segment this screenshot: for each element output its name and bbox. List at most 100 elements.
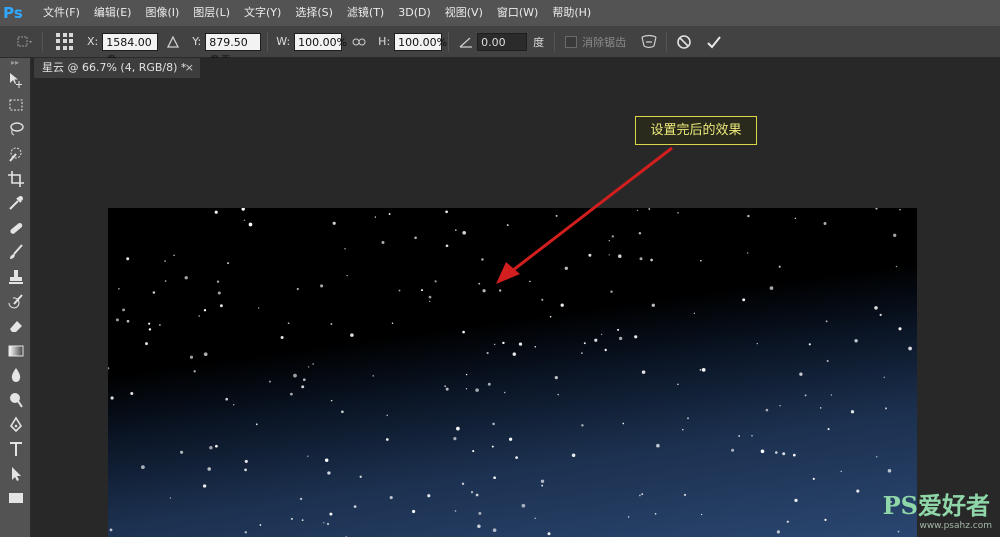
height-field[interactable]: 100.00%	[394, 32, 447, 51]
star	[148, 328, 152, 331]
star	[326, 522, 330, 526]
star	[618, 336, 623, 341]
separator	[448, 31, 450, 52]
star	[494, 343, 496, 346]
star	[462, 330, 465, 334]
quick-select-tool-icon[interactable]	[0, 142, 31, 167]
star	[388, 213, 391, 215]
star	[731, 448, 735, 452]
star	[259, 524, 262, 526]
star	[108, 367, 110, 370]
watermark-url: www.psahz.com	[919, 521, 992, 531]
separator	[267, 31, 269, 52]
commit-transform-icon[interactable]	[703, 31, 725, 53]
rectangle-tool-icon[interactable]	[0, 486, 31, 511]
x-field[interactable]: 1584.00 像	[102, 32, 159, 67]
star	[823, 222, 827, 225]
star	[455, 229, 457, 231]
rotate-field[interactable]: 0.00	[477, 32, 528, 51]
star	[641, 370, 646, 374]
star	[475, 388, 479, 392]
star	[462, 230, 467, 235]
antialias-checkbox[interactable]	[565, 35, 578, 48]
eyedropper-tool-icon[interactable]	[0, 191, 31, 216]
blur-tool-icon[interactable]	[0, 363, 31, 388]
rotate-angle-icon	[455, 31, 477, 53]
pen-tool-icon[interactable]	[0, 412, 31, 437]
transform-tool-preset-icon[interactable]	[14, 31, 36, 53]
dodge-tool-icon[interactable]	[0, 388, 31, 413]
photoshop-logo[interactable]: Ps	[0, 0, 26, 26]
type-tool-icon[interactable]	[0, 437, 31, 462]
star	[651, 303, 655, 307]
star	[699, 369, 702, 371]
star	[130, 391, 134, 396]
menu-3d[interactable]: 3D(D)	[391, 0, 438, 26]
menu-filter[interactable]: 滤镜(T)	[340, 0, 391, 26]
relative-position-icon[interactable]	[162, 31, 184, 53]
width-field[interactable]: 100.00%	[294, 32, 347, 51]
star	[830, 394, 833, 396]
history-brush-tool-icon[interactable]	[0, 289, 31, 314]
star	[428, 295, 432, 299]
clone-stamp-tool-icon[interactable]	[0, 265, 31, 290]
star	[330, 399, 333, 402]
menu-window[interactable]: 窗口(W)	[490, 0, 545, 26]
star	[503, 391, 506, 394]
star	[109, 528, 113, 532]
reference-point-icon[interactable]	[55, 32, 75, 52]
star	[280, 336, 284, 339]
star	[141, 465, 145, 469]
star	[173, 254, 175, 257]
star	[638, 231, 642, 235]
lasso-tool-icon[interactable]	[0, 117, 31, 142]
eraser-tool-icon[interactable]	[0, 314, 31, 339]
star	[244, 468, 247, 472]
star	[779, 405, 781, 407]
star	[650, 258, 653, 262]
star	[776, 530, 780, 534]
star	[897, 530, 900, 533]
path-select-tool-icon[interactable]	[0, 462, 31, 487]
warp-mode-icon[interactable]	[638, 31, 660, 53]
menu-file[interactable]: 文件(F)	[36, 0, 87, 26]
brush-tool-icon[interactable]	[0, 240, 31, 265]
star	[677, 212, 679, 214]
star	[227, 262, 230, 265]
document-tab[interactable]: 星云 @ 66.7% (4, RGB/8) * ×	[34, 58, 200, 78]
gradient-tool-icon[interactable]	[0, 339, 31, 364]
link-proportions-icon[interactable]	[348, 31, 370, 53]
star	[219, 304, 223, 308]
star	[799, 372, 803, 376]
crop-tool-icon[interactable]	[0, 166, 31, 191]
star	[225, 397, 228, 401]
marquee-tool-icon[interactable]	[0, 93, 31, 118]
menu-view[interactable]: 视图(V)	[438, 0, 490, 26]
star	[122, 308, 125, 312]
star	[359, 475, 362, 478]
star	[296, 287, 299, 291]
menu-layer[interactable]: 图层(L)	[186, 0, 237, 26]
star	[412, 509, 416, 514]
menu-select[interactable]: 选择(S)	[288, 0, 340, 26]
star	[180, 450, 184, 454]
menu-type[interactable]: 文字(Y)	[237, 0, 288, 26]
close-icon[interactable]: ×	[185, 58, 194, 78]
move-tool-icon[interactable]	[0, 68, 31, 93]
star	[290, 517, 293, 520]
menu-image[interactable]: 图像(I)	[138, 0, 186, 26]
star	[756, 342, 759, 345]
star	[700, 513, 703, 516]
document-canvas[interactable]	[108, 208, 917, 537]
menu-help[interactable]: 帮助(H)	[545, 0, 598, 26]
star	[641, 493, 644, 495]
menu-edit[interactable]: 编辑(E)	[87, 0, 139, 26]
y-field[interactable]: 879.50 像素	[205, 32, 262, 67]
star	[320, 284, 324, 288]
star	[492, 528, 497, 532]
healing-brush-tool-icon[interactable]	[0, 216, 31, 241]
star	[481, 258, 484, 261]
cancel-transform-icon[interactable]	[673, 31, 695, 53]
star	[232, 404, 235, 406]
panel-grip[interactable]: ▸▸	[0, 58, 30, 68]
